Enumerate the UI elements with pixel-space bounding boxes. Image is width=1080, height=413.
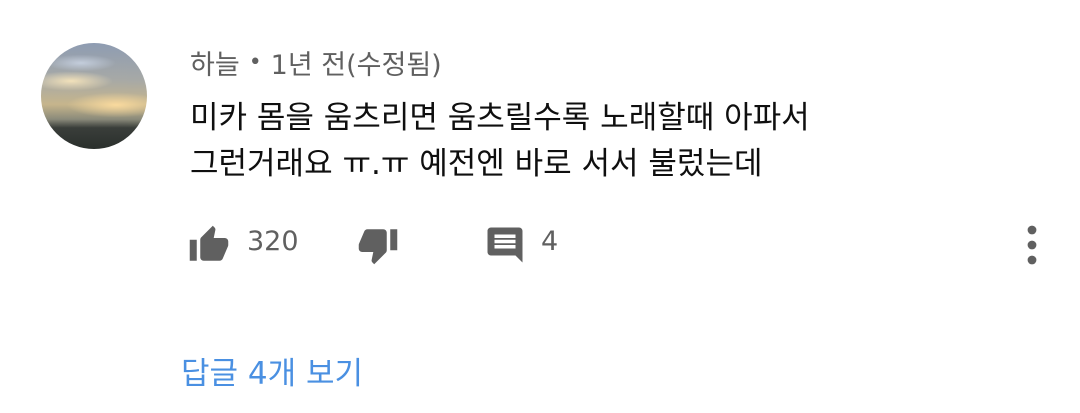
comment-thread: 하늘 • 1년 전(수정됨) 미카 몸을 움츠리면 움츠릴수록 노래할때 아파서… bbox=[0, 0, 1080, 413]
comment-actions: 320 4 bbox=[0, 220, 1080, 270]
separator-dot: • bbox=[248, 49, 262, 75]
thumbs-down-icon[interactable] bbox=[357, 224, 399, 266]
like-count: 320 bbox=[247, 226, 299, 257]
comment-icon[interactable] bbox=[484, 224, 526, 266]
timestamp: 1년 전(수정됨) bbox=[270, 49, 442, 81]
more-vert-icon[interactable] bbox=[1012, 220, 1052, 270]
comment-text-line: 미카 몸을 움츠리면 움츠릴수록 노래할때 아파서 bbox=[190, 100, 810, 136]
comment-text: 미카 몸을 움츠리면 움츠릴수록 노래할때 아파서 그런거래요 ㅠ.ㅠ 예전엔 … bbox=[190, 95, 1050, 187]
comment-text-line: 그런거래요 ㅠ.ㅠ 예전엔 바로 서서 불렀는데 bbox=[190, 146, 763, 182]
comment-header: 하늘 • 1년 전(수정됨) bbox=[190, 42, 442, 82]
author-name[interactable]: 하늘 bbox=[190, 43, 240, 82]
view-replies-link[interactable]: 답글 4개 보기 bbox=[181, 348, 363, 393]
reply-count: 4 bbox=[541, 226, 559, 257]
thumbs-up-icon[interactable] bbox=[188, 224, 230, 266]
avatar[interactable] bbox=[41, 43, 147, 149]
